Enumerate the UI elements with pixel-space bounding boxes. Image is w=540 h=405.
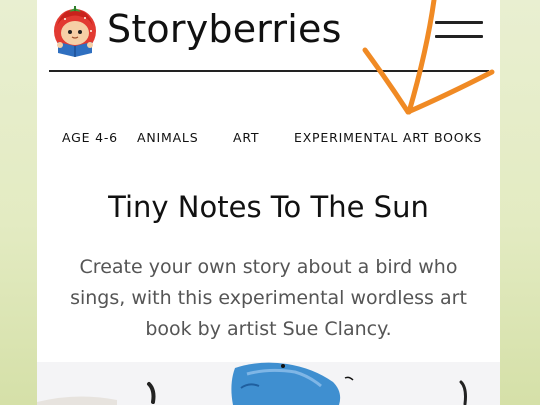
storyberries-logo[interactable]	[49, 5, 101, 57]
category-age-4-6[interactable]: AGE 4-6	[62, 130, 118, 145]
header-divider	[49, 70, 489, 72]
category-experimental-art-books[interactable]: EXPERIMENTAL ART BOOKS	[294, 130, 482, 145]
category-animals[interactable]: ANIMALS	[137, 130, 198, 145]
story-page: Storyberries AGE 4-6 ANIMALS ART EXPERIM…	[37, 0, 500, 405]
cover-image[interactable]	[37, 362, 500, 405]
story-description: Create your own story about a bird who s…	[70, 256, 467, 340]
story-title: Tiny Notes To The Sun	[108, 190, 429, 224]
category-tags: AGE 4-6 ANIMALS ART EXPERIMENTAL ART BOO…	[37, 130, 500, 150]
hamburger-menu-icon[interactable]	[435, 18, 483, 42]
category-art[interactable]: ART	[233, 130, 259, 145]
site-name[interactable]: Storyberries	[107, 6, 342, 52]
bird-illustration	[37, 362, 467, 405]
